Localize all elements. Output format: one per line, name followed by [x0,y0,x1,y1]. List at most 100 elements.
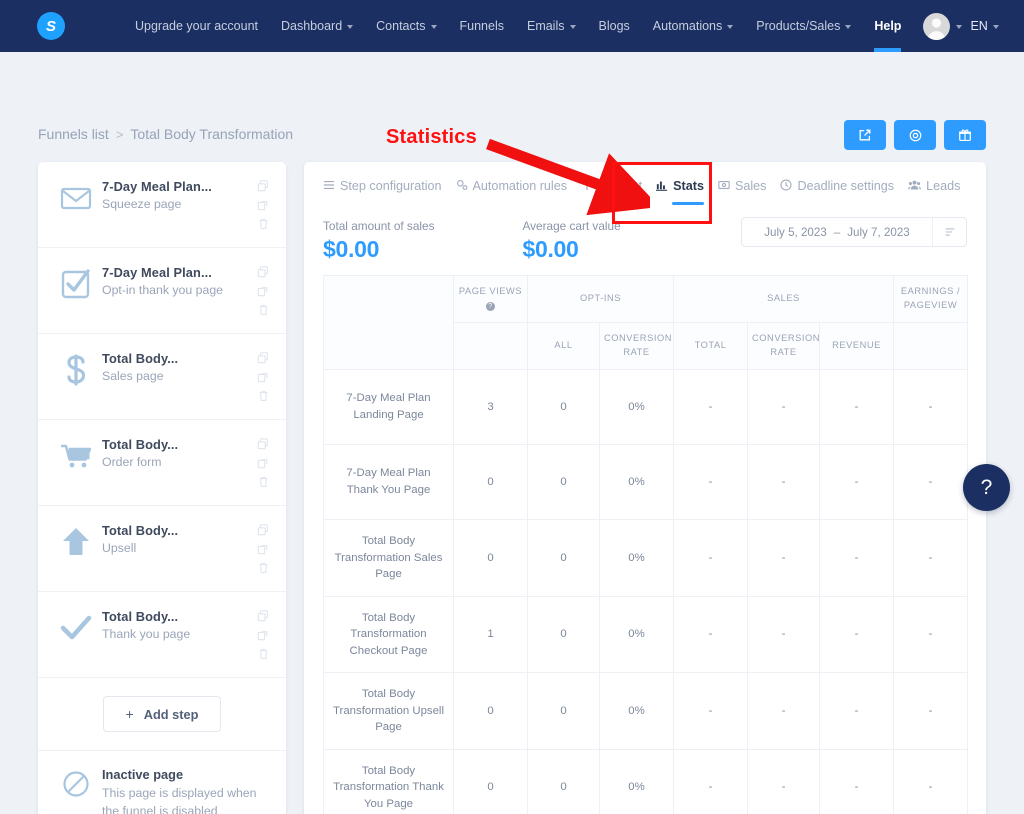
table-header-group [323,275,454,370]
nav-item-emails[interactable]: Emails [527,0,576,52]
copy-link-icon[interactable] [257,285,269,297]
trash-icon[interactable] [258,390,269,402]
tab-stats[interactable]: Stats [656,179,704,205]
tab-deadline-settings[interactable]: Deadline settings [780,178,895,205]
table-row: Total Body Transformation Upsell Page 0 0 0… [323,672,969,750]
funnel-step-row[interactable]: 7-Day Meal Plan... Squeeze page [38,162,286,248]
stats-table-header-group-row: PAGE VIEWS? OPT-INS SALES EARNINGS / PAGEVI… [323,275,969,370]
inactive-page-row[interactable]: Inactive page This page is displayed whe… [38,751,286,814]
duplicate-icon[interactable] [257,610,269,622]
copy-link-icon[interactable] [257,199,269,211]
tab-label: Deadline settings [797,179,895,193]
funnel-step-row[interactable]: 7-Day Meal Plan... Opt-in thank you page [38,248,286,334]
language-selector[interactable]: EN [970,19,999,33]
duplicate-icon[interactable] [257,266,269,278]
gift-icon [959,129,971,142]
trash-icon[interactable] [258,218,269,230]
nav-item-label: Dashboard [281,19,343,33]
chevron-down-icon[interactable] [727,25,734,29]
funnel-step-actions [252,179,274,230]
avatar-person-icon [928,17,946,40]
tab-label: Step configuration [340,179,442,193]
funnel-step-row[interactable]: Total Body... Thank you page [38,592,286,678]
bar-chart-icon [656,179,668,194]
help-question-icon[interactable]: ? [486,302,495,312]
metric-label: Total amount of sales [323,219,435,233]
chevron-down-icon[interactable] [956,25,963,29]
add-step-label: Add step [143,706,199,722]
copy-link-icon[interactable] [257,543,269,555]
nav-item-blogs[interactable]: Blogs [599,0,630,52]
tab-step-configuration[interactable]: Step configuration [323,179,442,205]
help-bubble-label: ? [980,475,993,499]
table-cell-value: - [673,672,749,750]
tab-a-b-test[interactable]: A/B test [581,179,642,205]
funnel-step-actions [252,265,274,316]
tab-automation-rules[interactable]: Automation rules [456,179,567,205]
funnel-step-text: 7-Day Meal Plan... Opt-in thank you page [96,265,252,297]
duplicate-icon[interactable] [257,352,269,364]
trash-icon[interactable] [258,476,269,488]
duplicate-icon[interactable] [257,438,269,450]
tab-leads[interactable]: Leads [908,179,960,205]
table-cell-value: 3 [453,369,528,445]
funnel-step-subtitle: Sales page [102,369,164,383]
settings-button[interactable] [894,120,936,150]
trash-icon[interactable] [258,304,269,316]
copy-link-icon[interactable] [257,371,269,383]
table-cell-page-name: 7-Day Meal Plan Thank You Page [323,444,454,520]
nav-item-contacts[interactable]: Contacts [376,0,437,52]
nav-item-dashboard[interactable]: Dashboard [281,0,354,52]
nav-item-automations[interactable]: Automations [653,0,734,52]
metric-value: $0.00 [323,236,380,262]
chevron-down-icon[interactable] [845,25,852,29]
hamburger-icon [323,179,335,194]
funnel-step-subtitle: Order form [102,455,162,469]
date-range-text[interactable]: July 5, 2023 – July 7, 2023 [742,218,932,246]
metric-average-cart-value: Average cart value $0.00 [522,219,620,263]
table-cell-value: - [819,748,895,814]
app-logo[interactable]: S [37,12,65,40]
trash-icon[interactable] [258,648,269,660]
chevron-down-icon[interactable] [569,25,576,29]
funnel-step-row[interactable]: Total Body... Order form [38,420,286,506]
user-menu[interactable] [901,12,963,40]
date-range-picker[interactable]: July 5, 2023 – July 7, 2023 [741,217,967,247]
funnel-step-text: Total Body... Upsell [96,523,252,555]
chevron-down-icon[interactable] [347,25,354,29]
external-link-icon [859,129,871,141]
tab-label: Leads [926,179,961,193]
copy-link-icon[interactable] [257,629,269,641]
help-bubble-button[interactable]: ? [963,464,1010,511]
table-cell-value: 0 [527,444,600,520]
table-cell-value: 0% [598,595,675,674]
date-range-filter-button[interactable] [932,218,966,246]
external-link-button[interactable] [844,120,886,150]
add-step-button[interactable]: + Add step [102,696,222,732]
funnel-step-row[interactable]: Total Body... Upsell [38,506,286,592]
nav-item-upgrade-your-account[interactable]: Upgrade your account [135,0,258,52]
chevron-down-icon[interactable] [992,25,999,29]
chevron-down-icon[interactable] [430,25,437,29]
funnel-step-title: Total Body... [102,609,179,624]
breadcrumb-separator-icon: > [115,126,124,142]
step-tabs: Step configuration Automation rules A/B te… [304,162,986,208]
breadcrumb-parent-link[interactable]: Funnels list [38,126,109,142]
trash-icon[interactable] [258,562,269,574]
nav-item-help[interactable]: Help [874,0,902,52]
nav-item-funnels[interactable]: Funnels [460,0,504,52]
table-cell-value: - [673,748,749,814]
funnel-step-row[interactable]: Total Body... Sales page [38,334,286,420]
table-cell-value: - [819,595,895,674]
page-body: Funnels list > Total Body Transformation… [0,52,1024,814]
duplicate-icon[interactable] [257,180,269,192]
tab-sales[interactable]: Sales [718,179,766,205]
funnel-step-title: 7-Day Meal Plan... [102,179,212,194]
duplicate-icon[interactable] [257,524,269,536]
avatar[interactable] [923,12,951,40]
gift-button[interactable] [944,120,986,150]
copy-link-icon[interactable] [257,457,269,469]
table-cell-value: 0 [527,748,600,814]
nav-item-products-sales[interactable]: Products/Sales [756,0,852,52]
annotation-label: Statistics [386,126,477,148]
